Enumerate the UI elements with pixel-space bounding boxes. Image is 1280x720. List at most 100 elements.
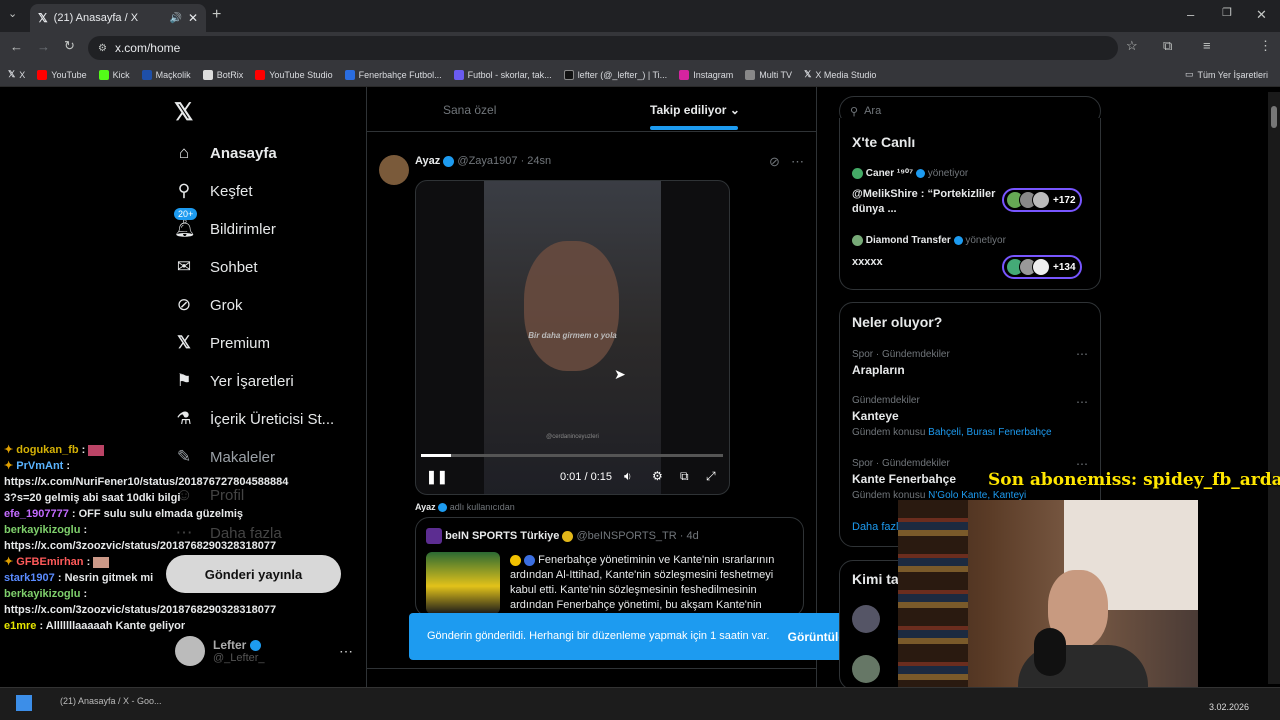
extensions-icon[interactable]: ⧉ bbox=[1163, 39, 1172, 52]
listener-pill[interactable]: +134 bbox=[1002, 255, 1082, 279]
grok-action-icon[interactable]: ⊘ bbox=[769, 154, 780, 170]
chat-message: ✦ dogukan_fb : bbox=[4, 442, 294, 458]
fullscreen-icon[interactable]: ⤢ bbox=[706, 469, 716, 484]
quoted-post[interactable]: beIN SPORTS Türkiye @beINSPORTS_TR · 4d … bbox=[415, 517, 804, 617]
toast-view-link[interactable]: Görüntüle bbox=[788, 630, 845, 644]
page-scrollbar[interactable] bbox=[1268, 92, 1280, 684]
next-post-peek bbox=[367, 668, 816, 686]
bookmark-icon: ⚑ bbox=[176, 371, 192, 390]
bookmark-item[interactable]: YouTube Studio bbox=[255, 69, 333, 80]
forward-icon[interactable]: → bbox=[37, 40, 50, 53]
video-progress[interactable] bbox=[421, 454, 723, 457]
media-icon[interactable]: ≡ bbox=[1203, 39, 1211, 52]
video-face bbox=[524, 241, 619, 371]
bookmark-item[interactable]: Fenerbahçe Futbol... bbox=[344, 69, 442, 80]
author-name[interactable]: Ayaz bbox=[415, 155, 440, 167]
notification-badge: 20+ bbox=[174, 208, 198, 220]
yellow-circle-emoji bbox=[510, 554, 521, 566]
user-name: Lefter bbox=[213, 638, 247, 652]
tab-title: (21) Anasayfa / X bbox=[53, 12, 139, 24]
live-space-title[interactable]: xxxxx bbox=[852, 256, 883, 268]
trend-more-icon[interactable]: ⋯ bbox=[1076, 395, 1088, 409]
chat-message: stark1907 : Nesrin gitmek mi bbox=[4, 572, 154, 584]
account-switcher[interactable]: Lefter @_Lefter_ bbox=[175, 636, 265, 666]
address-bar[interactable]: ⚙ x.com/home bbox=[88, 36, 1118, 60]
menu-icon[interactable]: ⋮ bbox=[1259, 39, 1272, 52]
bookmark-item[interactable]: Instagram bbox=[679, 69, 733, 80]
back-icon[interactable]: ← bbox=[10, 40, 23, 53]
bookmark-item[interactable]: 𝕏X bbox=[8, 69, 25, 80]
x-logo-icon[interactable]: 𝕏 bbox=[174, 98, 193, 127]
suggestion-avatar[interactable] bbox=[852, 605, 880, 633]
author-avatar[interactable] bbox=[379, 155, 409, 185]
more-options-icon[interactable]: ⋯ bbox=[791, 154, 804, 170]
start-icon[interactable] bbox=[16, 695, 32, 711]
pause-icon[interactable]: ❚❚ bbox=[426, 469, 448, 485]
minimize-icon[interactable]: – bbox=[1187, 8, 1194, 21]
tab-close-icon[interactable]: ✕ bbox=[188, 11, 198, 25]
new-tab-icon[interactable]: + bbox=[212, 7, 221, 23]
bookmark-item[interactable]: Maçkolik bbox=[141, 69, 191, 80]
tab-search-icon[interactable]: ⌄ bbox=[8, 9, 17, 20]
trend-item[interactable]: Gündemdekiler Kanteye Gündem konusu Bahç… bbox=[852, 395, 1092, 438]
bookmark-item[interactable]: Kick bbox=[98, 69, 130, 80]
live-space-title[interactable]: @MelikShire : “Portekizliler dünya ... bbox=[852, 187, 1002, 217]
bookmark-item[interactable]: Futbol - skorlar, tak... bbox=[453, 69, 552, 80]
quote-media-thumbnail[interactable] bbox=[426, 552, 500, 614]
post-time[interactable]: 24sn bbox=[527, 155, 551, 167]
maximize-icon[interactable]: ❐ bbox=[1222, 8, 1232, 19]
blue-circle-emoji bbox=[524, 554, 536, 566]
window-close-icon[interactable]: ✕ bbox=[1256, 8, 1267, 21]
settings-icon[interactable]: ⚙ bbox=[652, 469, 663, 483]
browser-tab-bar: ⌄ 𝕏 (21) Anasayfa / X 🔊 ✕ + – ❐ ✕ bbox=[0, 0, 1280, 32]
bookmark-item[interactable]: BotRix bbox=[202, 69, 243, 80]
bookmarks-folder[interactable]: ▭ Tüm Yer İşaretleri bbox=[1185, 69, 1268, 80]
toast-notification: Gönderin gönderildi. Herhangi bir düzenl… bbox=[409, 613, 859, 660]
nav-grok[interactable]: ⊘ Grok bbox=[174, 286, 364, 324]
verified-icon bbox=[438, 503, 448, 513]
live-spaces-card: X'te Canlı Caner ¹⁹⁰⁷ yönetiyor @MelikSh… bbox=[839, 118, 1101, 290]
nav-bookmarks[interactable]: ⚑ Yer İşaretleri bbox=[174, 362, 364, 400]
tab-following[interactable]: Takip ediliyor ⌄ bbox=[650, 103, 740, 117]
bell-icon: 🔔︎ bbox=[174, 219, 196, 238]
nav-creator-studio[interactable]: ⚗ İçerik Üreticisi St... bbox=[174, 400, 364, 438]
nav-explore[interactable]: ⚲ Keşfet bbox=[174, 172, 364, 210]
x-favicon-icon: 𝕏 bbox=[38, 11, 48, 25]
account-menu-icon[interactable]: ⋯ bbox=[339, 643, 353, 660]
taskbar-task[interactable]: (21) Anasayfa / X - Goo... bbox=[60, 696, 162, 706]
suggestion-avatar[interactable] bbox=[852, 655, 880, 683]
bookmark-star-icon[interactable]: ☆ bbox=[1126, 39, 1138, 52]
listener-pill[interactable]: +172 bbox=[1002, 188, 1082, 212]
volume-icon[interactable]: 🔉︎ bbox=[624, 469, 632, 484]
timeline-tabs: Sana özel Takip ediliyor ⌄ bbox=[367, 92, 816, 132]
nav-notifications[interactable]: 🔔︎ Bildirimler 20+ bbox=[174, 208, 364, 248]
trend-item[interactable]: Spor · Gündemdekiler Arapların bbox=[852, 349, 1092, 377]
user-avatar bbox=[175, 636, 205, 666]
author-handle[interactable]: @Zaya1907 bbox=[457, 155, 517, 167]
nav-premium[interactable]: 𝕏 Premium bbox=[174, 324, 364, 362]
browser-tab[interactable]: 𝕏 (21) Anasayfa / X 🔊 ✕ bbox=[30, 4, 206, 32]
trend-more-icon[interactable]: ⋯ bbox=[1076, 347, 1088, 361]
verified-icon bbox=[249, 640, 261, 652]
pip-icon[interactable]: ⧉ bbox=[680, 469, 689, 484]
post-header: Ayaz @Zaya1907 · 24sn bbox=[415, 155, 552, 167]
nav-home[interactable]: ⌂ Anasayfa bbox=[174, 134, 364, 172]
video-player[interactable]: Bir daha girmem o yola @cerdaninceyuzler… bbox=[415, 180, 730, 495]
reload-icon[interactable]: ↻ bbox=[64, 39, 75, 52]
show-more-link[interactable]: Daha fazla bbox=[852, 521, 905, 533]
nav-messages[interactable]: ✉ Sohbet bbox=[174, 248, 364, 286]
tab-for-you[interactable]: Sana özel bbox=[443, 103, 496, 117]
bookmark-item[interactable]: 𝕏X Media Studio bbox=[804, 69, 876, 80]
site-info-icon[interactable]: ⚙ bbox=[98, 43, 107, 54]
quote-attribution: Ayaz adlı kullanıcıdan bbox=[415, 502, 515, 513]
audio-icon[interactable]: 🔊 bbox=[169, 13, 181, 24]
post[interactable]: Ayaz @Zaya1907 · 24sn ⊘ ⋯ Bir daha girme… bbox=[367, 145, 816, 675]
search-icon: ⚲ bbox=[850, 105, 859, 118]
bookmark-item[interactable]: Multi TV bbox=[745, 69, 792, 80]
video-frame: Bir daha girmem o yola @cerdaninceyuzler… bbox=[484, 181, 661, 494]
bookmark-item[interactable]: lefter (@_lefter_) | Ti... bbox=[563, 69, 667, 80]
live-title: X'te Canlı bbox=[852, 134, 916, 150]
trend-more-icon[interactable]: ⋯ bbox=[1076, 457, 1088, 471]
bookmark-item[interactable]: YouTube bbox=[37, 69, 87, 80]
chat-message-text: https://x.com/3zoozvic/status/2018768290… bbox=[4, 604, 277, 616]
